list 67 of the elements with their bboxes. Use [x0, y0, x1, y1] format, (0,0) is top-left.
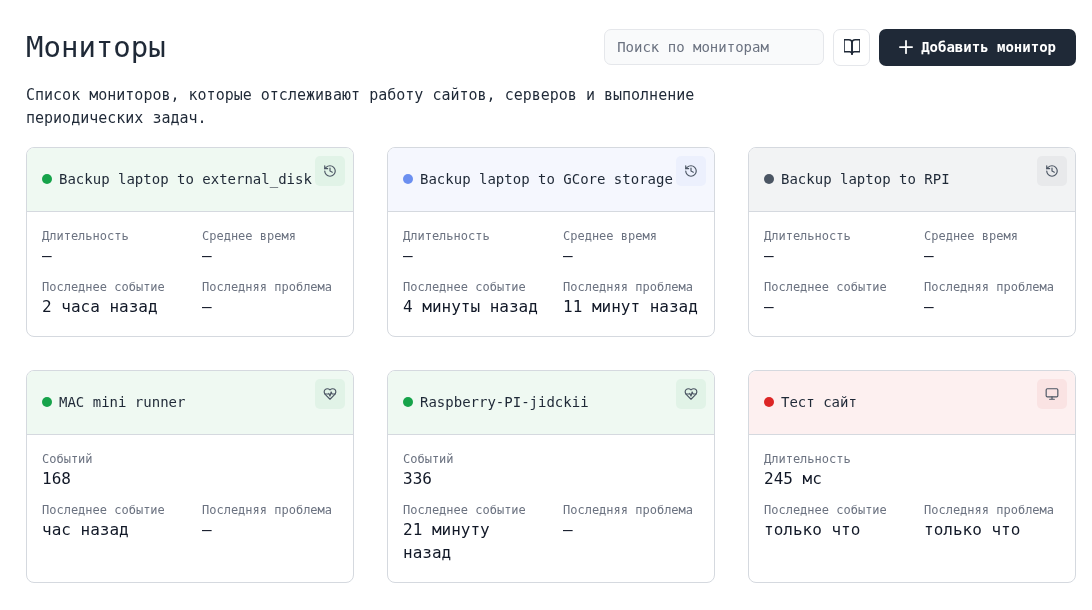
field-value: —: [202, 296, 212, 318]
field-label: Среднее время: [202, 228, 296, 244]
field-value: 2 часа назад: [42, 296, 158, 318]
field-label: Последнее событие: [403, 502, 526, 518]
field-value: —: [924, 296, 934, 318]
field-label: Последняя проблема: [924, 279, 1055, 295]
monitor-name: MAC mini runner: [59, 392, 186, 412]
page-description: Список мониторов, которые отслеживают работу сайтов, серверов и выполнение периодических задач.: [26, 85, 696, 129]
monitor-icon: [1037, 379, 1067, 409]
monitor-card[interactable]: Backup laptop to RPI Длительность — Среднее время — Последнее событие — Последняя проблема —: [748, 147, 1076, 337]
page-title: Мониторы: [26, 29, 166, 66]
field-label: Последняя проблема: [924, 502, 1055, 518]
book-button[interactable]: [833, 28, 871, 66]
plus-icon: [899, 40, 914, 54]
history-icon: [1037, 156, 1067, 186]
field-value: —: [924, 245, 934, 267]
field-value: только что: [924, 519, 1021, 541]
field-label: Среднее время: [563, 228, 657, 244]
search-field[interactable]: Поиск по мониторам: [604, 29, 825, 65]
field-value: —: [764, 245, 774, 267]
field-label: Последнее событие: [764, 502, 887, 518]
field-value: —: [764, 296, 774, 318]
field-label: Последняя проблема: [202, 279, 333, 295]
field-value: час назад: [42, 519, 129, 541]
book-icon: [843, 39, 860, 55]
field-value: —: [403, 245, 413, 267]
field-label: Среднее время: [924, 228, 1018, 244]
add-monitor-button[interactable]: Добавить монитор: [879, 28, 1076, 66]
field-value: —: [202, 519, 212, 541]
monitor-name: Backup laptop to external_disk: [59, 169, 312, 189]
field-label: Последнее событие: [42, 279, 165, 295]
field-label: Последнее событие: [42, 502, 165, 518]
monitor-name: Тест сайт: [781, 392, 857, 412]
field-label: Последнее событие: [403, 279, 526, 295]
monitor-card[interactable]: Backup laptop to external_disk Длительность — Среднее время — Последнее событие 2 часа назад Последняя проблема —: [26, 147, 354, 337]
field-label: Последняя проблема: [563, 279, 694, 295]
monitor-card[interactable]: MAC mini runner Событий 168 Последнее событие час назад Последняя проблема —: [26, 370, 354, 583]
field-value: только что: [764, 519, 861, 541]
field-label: Последняя проблема: [202, 502, 333, 518]
monitor-card[interactable]: Backup laptop to GCore storage Длительность — Среднее время — Последнее событие 4 минуты назад Последняя проблема 11 минут назад: [387, 147, 715, 337]
field-value: —: [42, 245, 52, 267]
monitor-name: Raspberry-PI-jidckii: [420, 392, 589, 412]
field-value: 336: [403, 468, 432, 490]
heart-pulse-icon: [676, 379, 706, 409]
field-value: 21 минуту назад: [403, 519, 491, 564]
field-value: —: [563, 245, 573, 267]
field-label: Длительность: [764, 451, 851, 467]
history-icon: [676, 156, 706, 186]
field-value: —: [563, 519, 573, 541]
heart-pulse-icon: [315, 379, 345, 409]
monitor-card[interactable]: Тест сайт Длительность 245 мс Последнее событие только что Последняя проблема только что: [748, 370, 1076, 583]
field-label: Событий: [42, 451, 93, 467]
field-value: —: [202, 245, 212, 267]
field-label: Длительность: [42, 228, 129, 244]
field-label: Длительность: [403, 228, 490, 244]
field-label: Длительность: [764, 228, 851, 244]
monitor-name: Backup laptop to GCore storage: [420, 169, 673, 189]
monitor-card[interactable]: Raspberry-PI-jidckii Событий 336 Последнее событие 21 минуту назад Последняя проблема —: [387, 370, 715, 583]
field-label: Событий: [403, 451, 454, 467]
field-label: Последняя проблема: [563, 502, 694, 518]
field-value: 168: [42, 468, 71, 490]
history-icon: [315, 156, 345, 186]
field-label: Последнее событие: [764, 279, 887, 295]
field-value: 4 минуты назад: [403, 296, 538, 318]
monitor-name: Backup laptop to RPI: [781, 169, 950, 189]
field-value: 245 мс: [764, 468, 822, 490]
field-value: 11 минут назад: [563, 296, 698, 318]
